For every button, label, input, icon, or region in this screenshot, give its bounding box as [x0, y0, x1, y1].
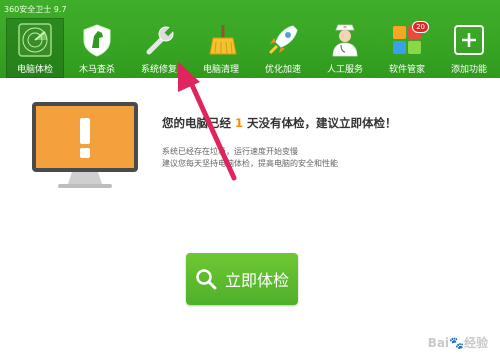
- start-checkup-label: 立即体检: [224, 271, 289, 290]
- headline-suffix: 天没有体检，建议立即体检！: [247, 116, 397, 130]
- update-count-badge: 20: [412, 21, 429, 33]
- start-checkup-button[interactable]: 立即体检: [186, 253, 298, 305]
- nav-item-pc-cleanup[interactable]: 电脑清理: [192, 18, 250, 78]
- nav-item-pc-checkup[interactable]: 电脑体检: [6, 18, 64, 78]
- nav-label: 软件管家: [388, 65, 425, 75]
- checkup-headline: 您的电脑已经 1 天没有体检，建议立即体检！: [162, 115, 397, 131]
- status-line-1: 系统已经存在垃圾，运行速度开始变慢: [162, 147, 298, 156]
- nav-label: 优化加速: [264, 65, 301, 75]
- watermark: Bai🐾经验: [427, 336, 488, 350]
- nav-label: 电脑清理: [202, 65, 239, 75]
- nav-label: 人工服务: [326, 65, 363, 75]
- nav-item-speed-up[interactable]: 优化加速: [254, 18, 312, 78]
- nav-item-system-repair[interactable]: 系统修复: [130, 18, 188, 78]
- broom-icon: [209, 25, 237, 55]
- wrench-icon: [146, 26, 174, 55]
- nav-label: 添加功能: [450, 65, 487, 75]
- days-since-checkup: 1: [235, 116, 244, 130]
- app-title: 360安全卫士 9.7: [4, 5, 67, 14]
- nav-item-software-manager[interactable]: 20 软件管家: [378, 18, 436, 78]
- nav-label: 系统修复: [140, 65, 177, 75]
- status-line-2: 建议您每天坚持电脑体检，提高电脑的安全和性能: [162, 159, 338, 168]
- top-bar: 360安全卫士 9.7 电脑体检 木马查杀 系统修复 电脑清理 优化加速 人工服…: [0, 0, 500, 78]
- rocket-icon: [269, 25, 298, 54]
- search-icon: [196, 269, 217, 290]
- headline-prefix: 您的电脑已经: [162, 116, 231, 130]
- nav-label: 电脑体检: [16, 65, 53, 75]
- nav-item-add-feature[interactable]: 添加功能: [440, 18, 498, 78]
- nav-item-trojan-scan[interactable]: 木马查杀: [68, 18, 126, 78]
- plus-icon: [454, 25, 484, 55]
- monitor-warning-icon: [32, 102, 138, 188]
- horse-shield-icon: [83, 24, 111, 57]
- doctor-icon: [332, 24, 358, 57]
- nav-item-manual-service[interactable]: 人工服务: [316, 18, 374, 78]
- nav-label: 木马查杀: [78, 65, 115, 75]
- radar-icon: [18, 23, 52, 57]
